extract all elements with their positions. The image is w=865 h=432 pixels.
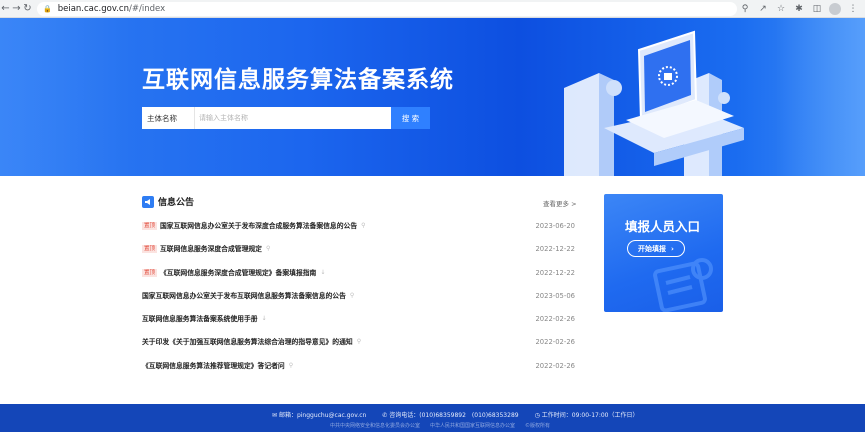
- lock-icon: 🔒: [43, 4, 52, 13]
- notice-item-title[interactable]: 国家互联网信息办公室关于发布互联网信息服务算法备案信息的公告: [142, 292, 346, 300]
- document-decoration-icon: [653, 258, 713, 312]
- hero-right-glow: [775, 18, 865, 176]
- list-item[interactable]: 置顶 互联网信息服务深度合成管理规定 ⚲ 2022-12-22: [142, 245, 575, 268]
- security-illustration-icon: [564, 30, 744, 176]
- chevron-right-icon: ›: [671, 244, 674, 253]
- share-icon[interactable]: ↗: [755, 0, 771, 18]
- search-input[interactable]: [195, 107, 391, 129]
- link-icon: ⚲: [356, 338, 362, 346]
- start-report-label: 开始填报: [638, 244, 667, 253]
- address-bar[interactable]: 🔒 beian.cac.gov.cn/#/index: [37, 1, 737, 16]
- search-bar: 主体名称 搜 索: [142, 107, 430, 129]
- notice-item-title[interactable]: 关于印发《关于加强互联网信息服务算法综合治理的指导意见》的通知: [142, 338, 353, 346]
- footer-phone: ✆ 咨询电话：(010)68359892 (010)68353289: [382, 410, 518, 419]
- list-item[interactable]: 《互联网信息服务算法推荐管理规定》答记者问 ⚲ 2022-02-26: [142, 362, 575, 385]
- zoom-icon[interactable]: ⚲: [737, 0, 753, 18]
- notice-header: 信息公告: [142, 195, 194, 208]
- back-icon[interactable]: ←: [0, 0, 11, 18]
- notice-item-title[interactable]: 国家互联网信息办公室关于发布深度合成服务算法备案信息的公告: [160, 222, 357, 230]
- pinned-badge: 置顶: [142, 245, 158, 254]
- url-domain: beian.cac.gov.cn: [57, 3, 129, 14]
- reporter-entry-title: 填报人员入口: [625, 219, 701, 234]
- profile-avatar[interactable]: [827, 0, 843, 18]
- sidebar-icon[interactable]: ◫: [809, 0, 825, 18]
- list-item[interactable]: 置顶 《互联网信息服务深度合成管理规定》备案填报指南 ↓ 2022-12-22: [142, 268, 575, 292]
- footer-phone-text: 咨询电话：(010)68359892 (010)68353289: [389, 412, 519, 419]
- notice-list: 置顶 国家互联网信息办公室关于发布深度合成服务算法备案信息的公告 ⚲ 2023-…: [142, 222, 575, 385]
- notice-date: 2023-06-20: [535, 222, 575, 230]
- link-icon: ⚲: [361, 222, 366, 229]
- view-more-link[interactable]: 查看更多 >: [543, 198, 577, 208]
- search-field-label: 主体名称: [142, 107, 195, 129]
- footer-copyright-text: 版权所有: [530, 423, 551, 429]
- menu-icon[interactable]: ⋮: [845, 0, 861, 18]
- notice-title: 信息公告: [158, 198, 195, 208]
- pinned-badge: 置顶: [142, 268, 158, 277]
- reporter-entry-card[interactable]: 填报人员入口 开始填报 ›: [604, 194, 723, 312]
- notice-date: 2022-02-26: [535, 361, 575, 370]
- list-item[interactable]: 国家互联网信息办公室关于发布互联网信息服务算法备案信息的公告 ⚲ 2023-05…: [142, 292, 575, 315]
- list-item[interactable]: 置顶 国家互联网信息办公室关于发布深度合成服务算法备案信息的公告 ⚲ 2023-…: [142, 222, 575, 245]
- notice-item-title[interactable]: 互联网信息服务算法备案系统使用手册: [142, 315, 258, 323]
- download-icon: ↓: [320, 268, 326, 276]
- footer-org-1: 中共中央网络安全和信息化委员会办公室: [330, 423, 421, 429]
- footer-email: ✉ 邮箱：pingguchu@cac.gov.cn: [272, 410, 366, 419]
- page-title: 互联网信息服务算法备案系统: [142, 67, 454, 93]
- notice-date: 2022-02-26: [535, 315, 575, 324]
- link-icon: ⚲: [349, 291, 355, 299]
- browser-toolbar: ← → ↻ 🔒 beian.cac.gov.cn/#/index ⚲ ↗ ☆ ✱…: [0, 0, 865, 18]
- notice-item-title[interactable]: 《互联网信息服务深度合成管理规定》备案填报指南: [160, 269, 316, 277]
- list-item[interactable]: 互联网信息服务算法备案系统使用手册 ↓ 2022-02-26: [142, 315, 575, 338]
- bookmark-star-icon[interactable]: ☆: [773, 0, 789, 18]
- pinned-badge: 置顶: [142, 222, 158, 230]
- list-item[interactable]: 关于印发《关于加强互联网信息服务算法综合治理的指导意见》的通知 ⚲ 2022-0…: [142, 338, 575, 361]
- reload-icon[interactable]: ↻: [22, 0, 33, 18]
- clock-icon: ◷: [534, 412, 542, 419]
- download-icon: ↓: [261, 315, 267, 323]
- notice-item-title[interactable]: 互联网信息服务深度合成管理规定: [160, 245, 262, 253]
- url-path: /#/index: [129, 3, 166, 14]
- hero-banner: 互联网信息服务算法备案系统 主体名称 搜 索: [0, 18, 865, 176]
- footer-hours-text: 工作时间：09:00-17:00（工作日）: [541, 412, 639, 419]
- link-icon: ⚲: [265, 245, 271, 253]
- notice-date: 2022-12-22: [535, 268, 575, 277]
- notice-date: 2022-02-26: [535, 338, 575, 347]
- footer-hours: ◷ 工作时间：09:00-17:00（工作日）: [535, 410, 639, 419]
- link-icon: ⚲: [288, 361, 294, 369]
- notice-item-title[interactable]: 《互联网信息服务算法推荐管理规定》答记者问: [142, 362, 285, 370]
- hero-left-glow: [0, 18, 130, 176]
- start-report-button[interactable]: 开始填报 ›: [627, 240, 685, 257]
- footer-org-2: 中华人民共和国国家互联网信息办公室: [430, 423, 516, 429]
- mail-icon: ✉: [272, 412, 279, 419]
- footer: ✉ 邮箱：pingguchu@cac.gov.cn ✆ 咨询电话：(010)68…: [0, 404, 865, 432]
- notice-date: 2022-12-22: [535, 245, 575, 254]
- forward-icon[interactable]: →: [11, 0, 22, 18]
- footer-email-text: 邮箱：pingguchu@cac.gov.cn: [278, 412, 367, 419]
- extensions-icon[interactable]: ✱: [791, 0, 807, 18]
- footer-copyright: ©版权所有: [525, 422, 550, 429]
- megaphone-icon: [142, 195, 154, 208]
- search-button[interactable]: 搜 索: [391, 107, 430, 129]
- notice-date: 2023-05-06: [535, 291, 575, 300]
